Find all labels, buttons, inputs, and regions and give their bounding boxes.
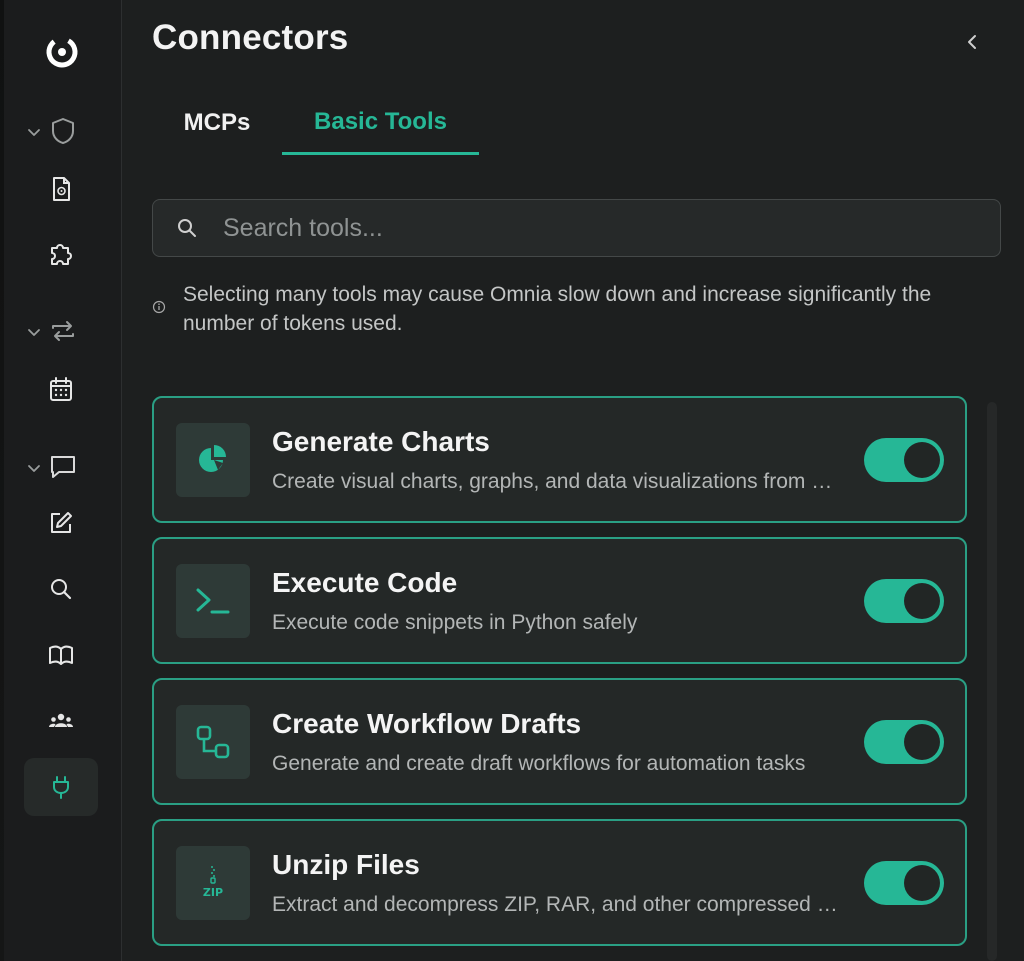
team-icon bbox=[49, 713, 73, 727]
workflow-icon bbox=[176, 705, 250, 779]
notice-text: Selecting many tools may cause Omnia slo… bbox=[183, 283, 932, 335]
tool-name: Execute Code bbox=[272, 567, 458, 598]
tool-enabled-toggle[interactable] bbox=[864, 438, 944, 482]
sidebar-item-calendar[interactable] bbox=[24, 360, 98, 418]
sidebar bbox=[0, 0, 122, 961]
sidebar-item-search[interactable] bbox=[24, 560, 98, 618]
tool-card-unzip-files[interactable]: ZIP Unzip Files Extract and decompress Z… bbox=[152, 819, 967, 946]
tab-bar: MCPs Basic Tools bbox=[152, 92, 992, 156]
tool-enabled-toggle[interactable] bbox=[864, 861, 944, 905]
sidebar-item-documents[interactable] bbox=[24, 160, 98, 218]
app-window: Connectors MCPs Basic Tools Selecting ma… bbox=[0, 0, 1024, 961]
tool-description: Extract and decompress ZIP, RAR, and oth… bbox=[272, 893, 842, 916]
repeat-icon bbox=[52, 321, 74, 341]
edit-icon bbox=[51, 512, 72, 533]
chevron-down-icon bbox=[28, 329, 40, 336]
tool-description: Generate and create draft workflows for … bbox=[272, 752, 806, 775]
shield-icon bbox=[52, 118, 74, 144]
document-icon bbox=[53, 177, 70, 201]
sidebar-group-security[interactable] bbox=[24, 112, 98, 152]
pie-chart-icon bbox=[176, 423, 250, 497]
search-input[interactable] bbox=[223, 213, 923, 243]
collapse-panel-button[interactable] bbox=[958, 28, 986, 56]
toggle-knob bbox=[904, 442, 940, 478]
app-logo-icon[interactable] bbox=[42, 32, 82, 72]
tab-mcps[interactable]: MCPs bbox=[152, 92, 282, 154]
tool-enabled-toggle[interactable] bbox=[864, 579, 944, 623]
toggle-knob bbox=[904, 724, 940, 760]
tool-name: Create Workflow Drafts bbox=[272, 708, 582, 739]
terminal-icon bbox=[176, 564, 250, 638]
info-icon bbox=[152, 300, 166, 314]
connectors-panel: Connectors MCPs Basic Tools Selecting ma… bbox=[122, 0, 1024, 961]
page-title: Connectors bbox=[152, 18, 349, 57]
book-icon bbox=[49, 645, 73, 665]
calendar-icon bbox=[50, 377, 72, 401]
search-box bbox=[152, 199, 1001, 257]
tools-list-scrollbar[interactable] bbox=[987, 402, 997, 961]
chevron-left-icon bbox=[968, 35, 976, 49]
tab-basic-tools[interactable]: Basic Tools bbox=[282, 92, 479, 155]
sidebar-group-chats[interactable] bbox=[24, 448, 98, 488]
tool-enabled-toggle[interactable] bbox=[864, 720, 944, 764]
tool-description: Create visual charts, graphs, and data v… bbox=[272, 470, 842, 493]
svg-text:ZIP: ZIP bbox=[203, 886, 223, 899]
chevron-down-icon bbox=[28, 465, 40, 472]
tool-card-create-workflow-drafts[interactable]: Create Workflow Drafts Generate and crea… bbox=[152, 678, 967, 805]
toggle-knob bbox=[904, 865, 940, 901]
chat-icon bbox=[51, 456, 75, 478]
sidebar-item-plugins[interactable] bbox=[24, 224, 98, 282]
tool-card-generate-charts[interactable]: Generate Charts Create visual charts, gr… bbox=[152, 396, 967, 523]
sidebar-item-new-chat[interactable] bbox=[24, 494, 98, 552]
chevron-down-icon bbox=[28, 129, 40, 136]
zip-file-icon: ZIP bbox=[176, 846, 250, 920]
puzzle-icon bbox=[51, 244, 72, 265]
tool-card-execute-code[interactable]: Execute Code Execute code snippets in Py… bbox=[152, 537, 967, 664]
search-icon bbox=[178, 219, 196, 237]
sidebar-item-connectors[interactable] bbox=[24, 758, 98, 816]
window-edge bbox=[0, 0, 4, 961]
search-icon bbox=[51, 579, 72, 600]
tool-name: Generate Charts bbox=[272, 426, 490, 457]
sidebar-group-automations[interactable] bbox=[24, 312, 98, 352]
toggle-knob bbox=[904, 583, 940, 619]
sidebar-item-library[interactable] bbox=[24, 626, 98, 684]
tool-name: Unzip Files bbox=[272, 849, 420, 880]
plug-icon bbox=[53, 776, 69, 799]
sidebar-item-team[interactable] bbox=[24, 692, 98, 750]
tool-description: Execute code snippets in Python safely bbox=[272, 611, 638, 634]
